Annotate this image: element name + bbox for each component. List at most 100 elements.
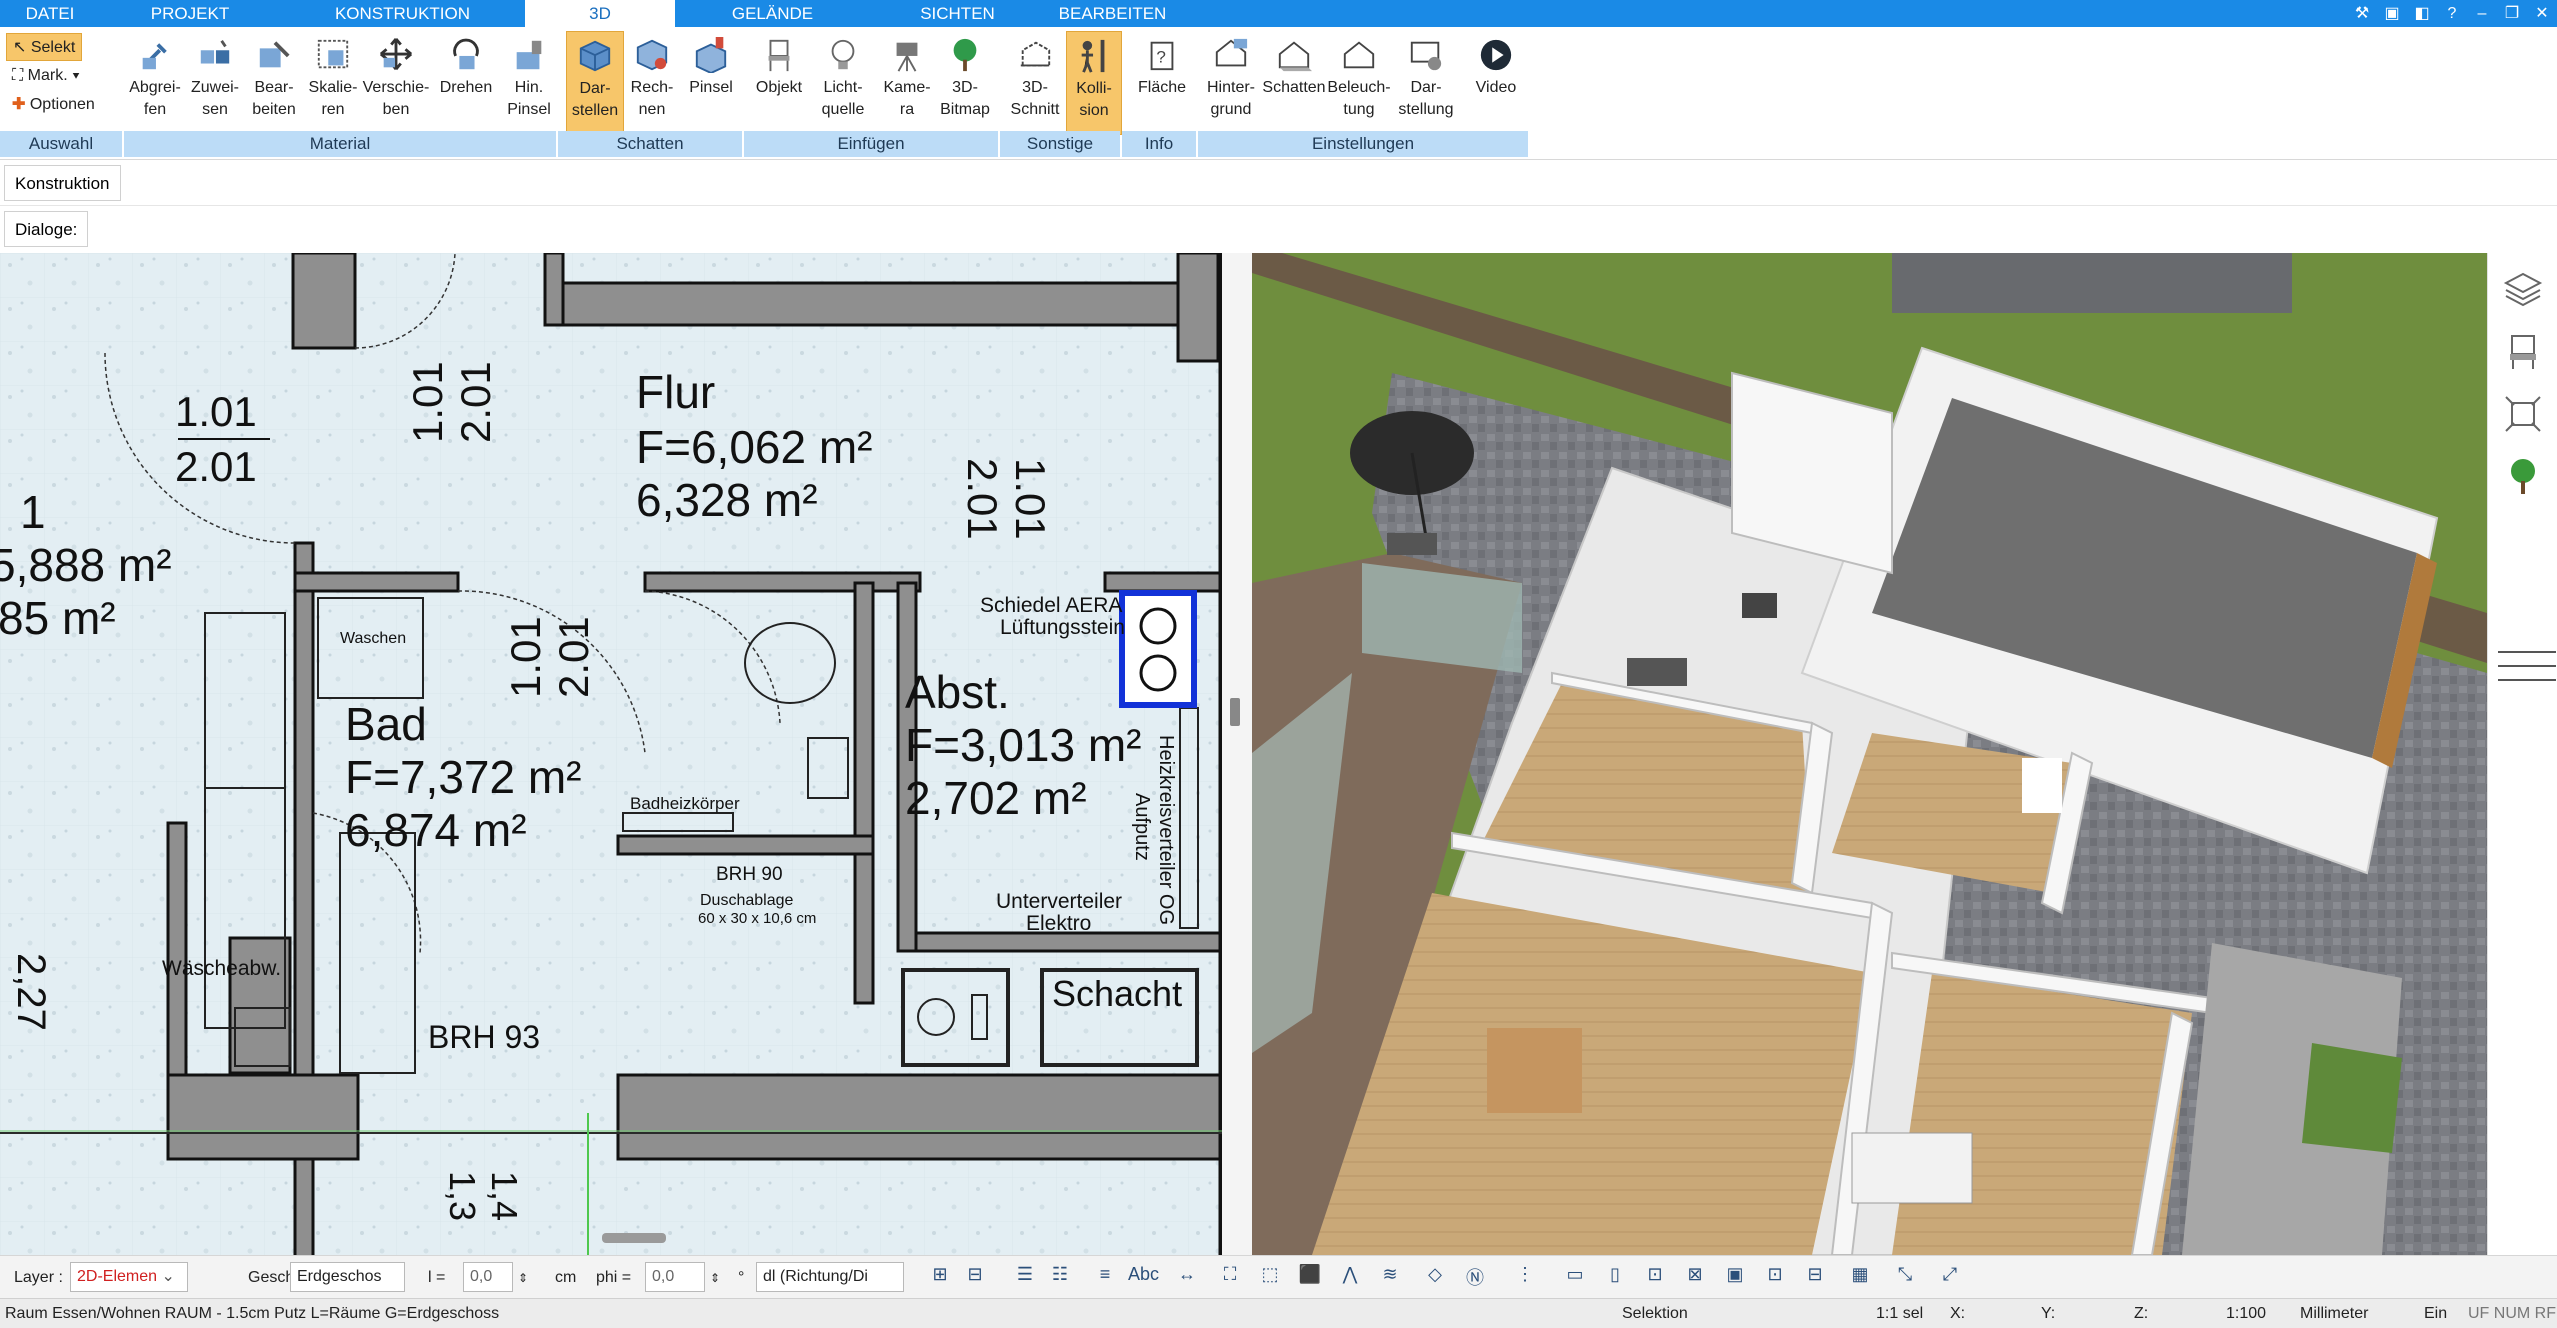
window-icon[interactable]: ▯: [1600, 1264, 1630, 1292]
geschoss-value: Erdgeschos: [297, 1268, 382, 1285]
ribbon-button-verschieben[interactable]: Verschie-ben: [362, 31, 430, 135]
length-input[interactable]: 0,0: [463, 1262, 513, 1292]
layout-icon[interactable]: ◧: [2407, 0, 2437, 27]
layer-select[interactable]: 2D-Elemen ⌄: [70, 1262, 188, 1292]
direction-mode-select[interactable]: dl (Richtung/Di: [756, 1262, 904, 1292]
zoom-out-icon[interactable]: ⤢: [1935, 1264, 1965, 1292]
ribbon-button-3dschnitt[interactable]: 3D- Schnitt: [1006, 31, 1064, 135]
furniture-chair-icon[interactable]: [2502, 331, 2544, 373]
direction-mode-value: dl (Richtung/Di: [763, 1268, 868, 1285]
save-quick-icon[interactable]: ▣: [2377, 0, 2407, 27]
frame-alt-icon[interactable]: ⬚: [1255, 1264, 1285, 1292]
roof-icon[interactable]: ⋀: [1335, 1264, 1365, 1292]
plants-tree-icon[interactable]: [2502, 455, 2544, 497]
floor-plan-2d-view[interactable]: 1.01 2.01 1.01 2.01 1.01 2.01 1.01 2.01 …: [0, 253, 1222, 1255]
ribbon-button-hintergrund[interactable]: Hinter-grund: [1200, 31, 1262, 135]
ribbon-button-3dbitmap[interactable]: 3D- Bitmap: [936, 31, 994, 135]
konstruktion-tab[interactable]: Konstruktion: [4, 165, 121, 201]
area-info-icon: ?: [1150, 41, 1174, 71]
selekt-button[interactable]: ↖ Selekt: [6, 33, 83, 61]
ribbon-button-darstellung[interactable]: Dar-stellung: [1392, 31, 1460, 135]
phi-label: phi =: [596, 1269, 632, 1286]
label-schacht: Schacht: [1052, 973, 1182, 1014]
ribbon-button-lichtquelle[interactable]: Licht-quelle: [812, 31, 874, 135]
line-style-icon[interactable]: ☷: [1045, 1264, 1075, 1292]
group-label-info: Info: [1122, 131, 1196, 157]
ribbon-button-fläche[interactable]: ? Fläche: [1128, 31, 1196, 135]
dim-style-icon[interactable]: ≡: [1090, 1264, 1120, 1292]
ribbon-button-video[interactable]: Video: [1464, 31, 1528, 135]
ribbon-button-darstellen[interactable]: Dar-stellen: [566, 31, 624, 135]
tab-projekt[interactable]: PROJEKT: [120, 0, 260, 27]
tab-bearbeiten[interactable]: BEARBEITEN: [1040, 0, 1185, 27]
window-controls: ⚒ ▣ ◧ ? – ❐ ✕: [2347, 0, 2557, 27]
ribbon-button-beleuchtung[interactable]: Beleuch-tung: [1326, 31, 1392, 135]
phi-input[interactable]: 0,0: [645, 1262, 705, 1292]
text-tool-icon[interactable]: Abc: [1128, 1264, 1159, 1292]
splitter-handle[interactable]: [1230, 698, 1240, 726]
plane-icon[interactable]: ◇: [1420, 1264, 1450, 1292]
3d-view[interactable]: [1252, 253, 2487, 1255]
zoom-in-icon[interactable]: ⤡: [1890, 1264, 1920, 1292]
background-house-icon: [1215, 38, 1248, 67]
tab-sichten[interactable]: SICHTEN: [880, 0, 1035, 27]
dimension-icon[interactable]: ↔: [1172, 1264, 1202, 1292]
panel-menu-handle[interactable]: [2498, 651, 2556, 681]
optionen-button[interactable]: ✚ Optionen: [12, 91, 95, 119]
ribbon-button-skalieren[interactable]: Skalie-ren: [304, 31, 362, 135]
ribbon-button-drehen[interactable]: Drehen: [432, 31, 500, 135]
ribbon-button-bearbeiten[interactable]: Bear-beiten: [244, 31, 304, 135]
phi-stepper[interactable]: ⇕: [710, 1264, 720, 1292]
ribbon-button-abgreifen[interactable]: Abgrei-fen: [124, 31, 186, 135]
optionen-label: Optionen: [29, 96, 95, 113]
grid-icon[interactable]: ⊡: [1640, 1264, 1670, 1292]
mark-button[interactable]: ⛶ Mark. ▾: [12, 62, 80, 90]
floor-plan-drawing[interactable]: 1.01 2.01 1.01 2.01 1.01 2.01 1.01 2.01 …: [0, 253, 1222, 1255]
ribbon-button-label: nen: [638, 101, 666, 118]
geschoss-select[interactable]: Erdgeschos ⌄: [290, 1262, 405, 1313]
ortho-icon[interactable]: ▣: [1720, 1264, 1750, 1292]
ribbon-button-kollision[interactable]: Kolli-sion: [1066, 31, 1122, 135]
tools-icon[interactable]: ⚒: [2347, 0, 2377, 27]
close-icon[interactable]: ✕: [2527, 0, 2557, 27]
north-arrow-icon[interactable]: Ⓝ: [1460, 1264, 1490, 1292]
fill-tool-icon[interactable]: ⊟: [960, 1264, 990, 1292]
ribbon-button-objekt[interactable]: Objekt: [748, 31, 810, 135]
furniture-label-duschablage-size: 60 x 30 x 10,6 cm: [698, 910, 816, 927]
hatch-tool-icon[interactable]: ⊞: [925, 1264, 955, 1292]
stairs-icon[interactable]: ≋: [1375, 1264, 1405, 1292]
kitchen-island: [1851, 1132, 1973, 1204]
frame-icon[interactable]: ⛶: [1215, 1264, 1245, 1292]
minimize-icon[interactable]: –: [2467, 0, 2497, 27]
hatch-grid-icon[interactable]: ▦: [1845, 1264, 1875, 1292]
ribbon-button-kamera[interactable]: Kame-ra: [876, 31, 938, 135]
restore-icon[interactable]: ❐: [2497, 0, 2527, 27]
ribbon-button-rechnen[interactable]: Rech-nen: [624, 31, 680, 135]
tab-gelaende[interactable]: GELÄNDE: [700, 0, 845, 27]
3d-model-render[interactable]: [1252, 253, 2487, 1255]
section-cut-icon: [1020, 41, 1051, 67]
horizontal-scrollbar-thumb[interactable]: [602, 1233, 666, 1243]
dialoge-label: Dialoge:: [4, 211, 89, 247]
tab-3d[interactable]: 3D: [525, 0, 675, 27]
ribbon-button-label: Verschie-: [362, 79, 430, 96]
ribbon-button-hinpinsel[interactable]: Hin. Pinsel: [500, 31, 558, 135]
help-icon[interactable]: ?: [2437, 0, 2467, 27]
snap-icon[interactable]: ⊠: [1680, 1264, 1710, 1292]
ribbon-button-pinsel[interactable]: Pinsel: [680, 31, 742, 135]
tab-datei[interactable]: DATEI: [0, 0, 100, 27]
zoom-extents-icon[interactable]: [2502, 393, 2544, 435]
layer-color-icon[interactable]: ⬛: [1295, 1264, 1325, 1292]
ribbon-button-zuweisen[interactable]: Zuwei-sen: [186, 31, 244, 135]
view-icon[interactable]: ▭: [1560, 1264, 1590, 1292]
line-weight-icon[interactable]: ☰: [1010, 1264, 1040, 1292]
view-splitter[interactable]: [1222, 253, 1252, 1255]
layers-icon[interactable]: [2502, 268, 2544, 310]
ribbon-button-label: ren: [321, 101, 345, 118]
object-snap-icon[interactable]: ⊟: [1800, 1264, 1830, 1292]
ribbon-button-schatten[interactable]: Schatten: [1262, 31, 1326, 135]
polar-icon[interactable]: ⊡: [1760, 1264, 1790, 1292]
tab-konstruktion[interactable]: KONSTRUKTION: [310, 0, 495, 27]
length-stepper[interactable]: ⇕: [518, 1264, 528, 1292]
more-options-icon[interactable]: ⋮: [1510, 1264, 1540, 1292]
